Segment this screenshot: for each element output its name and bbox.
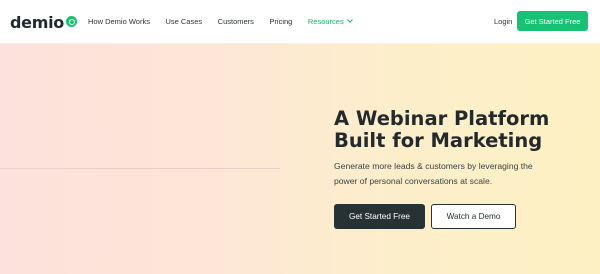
demio-logo-icon — [65, 16, 77, 27]
hero-headline-line-2: Built for Marketing — [334, 129, 543, 152]
nav-link-use-cases[interactable]: Use Cases — [165, 17, 202, 26]
nav-links: How Demio Works Use Cases Customers Pric… — [88, 17, 367, 26]
hero-divider — [0, 168, 280, 169]
nav-link-resources-label: Resources — [307, 17, 344, 26]
demio-logo[interactable]: demio — [10, 13, 77, 32]
hero-subtext-line-2: power of personal conversations at scale… — [334, 176, 493, 186]
watch-demo-button[interactable]: Watch a Demo — [431, 204, 516, 229]
hero-headline: A Webinar Platform Built for Marketing — [334, 108, 594, 152]
hero-subtext: Generate more leads & customers by lever… — [334, 159, 594, 189]
top-navigation: demio How Demio Works Use Cases Customer… — [0, 0, 600, 44]
nav-link-customers[interactable]: Customers — [218, 17, 254, 26]
nav-link-how-demio-works[interactable]: How Demio Works — [88, 17, 150, 26]
hero-subtext-line-1: Generate more leads & customers by lever… — [334, 161, 533, 171]
chevron-down-icon — [346, 17, 353, 23]
hero-headline-line-1: A Webinar Platform — [334, 107, 550, 130]
nav-get-started-button[interactable]: Get Started Free — [517, 11, 588, 31]
logo-text: demio — [10, 13, 64, 32]
hero-get-started-button[interactable]: Get Started Free — [334, 204, 425, 229]
nav-link-resources[interactable]: Resources — [307, 17, 353, 26]
hero-section: A Webinar Platform Built for Marketing G… — [0, 44, 600, 274]
login-link[interactable]: Login — [494, 17, 512, 26]
nav-link-pricing[interactable]: Pricing — [269, 17, 292, 26]
